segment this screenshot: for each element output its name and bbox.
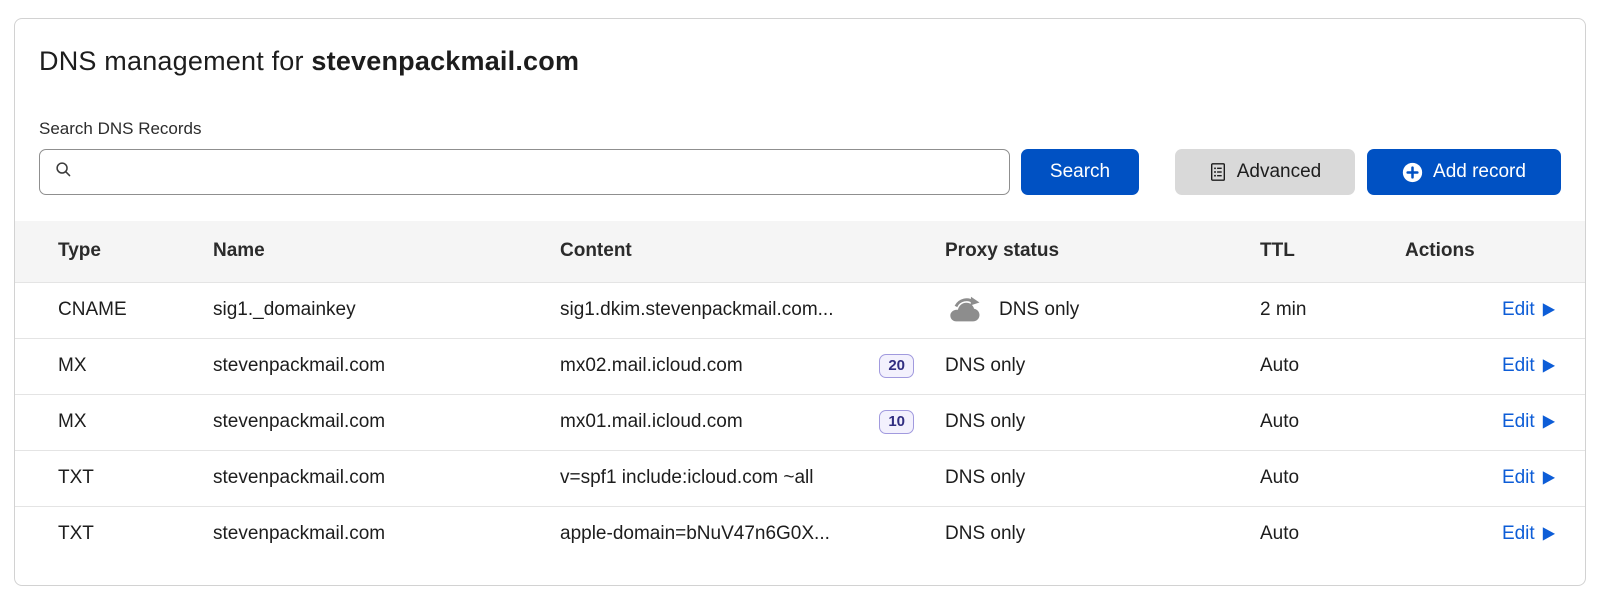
record-name: stevenpackmail.com xyxy=(213,394,560,450)
search-box[interactable] xyxy=(39,149,1010,195)
table-row: TXT stevenpackmail.com apple-domain=bNuV… xyxy=(15,506,1585,562)
caret-right-icon: ▶ xyxy=(1543,357,1555,375)
actions-cell: Edit ▶ xyxy=(1390,394,1585,450)
advanced-button[interactable]: Advanced xyxy=(1175,149,1355,195)
record-type: MX xyxy=(15,394,213,450)
record-ttl: Auto xyxy=(1245,338,1390,394)
table-row: MX stevenpackmail.com mx02.mail.icloud.c… xyxy=(15,338,1585,394)
edit-link[interactable]: Edit ▶ xyxy=(1502,523,1555,545)
record-content-cell: apple-domain=bNuV47n6G0X... xyxy=(560,506,930,562)
record-content-cell: mx02.mail.icloud.com 20 xyxy=(560,338,930,394)
record-ttl: 2 min xyxy=(1245,282,1390,338)
edit-link[interactable]: Edit ▶ xyxy=(1502,411,1555,433)
edit-link[interactable]: Edit ▶ xyxy=(1502,467,1555,489)
record-ttl: Auto xyxy=(1245,450,1390,506)
table-row: CNAME sig1._domainkey sig1.dkim.stevenpa… xyxy=(15,282,1585,338)
actions-cell: Edit ▶ xyxy=(1390,282,1585,338)
column-header-ttl: TTL xyxy=(1245,221,1390,282)
search-icon xyxy=(54,160,73,184)
edit-link[interactable]: Edit ▶ xyxy=(1502,299,1555,321)
search-button[interactable]: Search xyxy=(1021,149,1139,195)
record-content-cell: v=spf1 include:icloud.com ~all xyxy=(560,450,930,506)
record-name: sig1._domainkey xyxy=(213,282,560,338)
record-type: MX xyxy=(15,338,213,394)
caret-right-icon: ▶ xyxy=(1543,301,1555,319)
edit-label: Edit xyxy=(1502,467,1535,489)
caret-right-icon: ▶ xyxy=(1543,469,1555,487)
actions-cell: Edit ▶ xyxy=(1390,506,1585,562)
toolbar: Search Advanced xyxy=(39,149,1561,195)
table-row: TXT stevenpackmail.com v=spf1 include:ic… xyxy=(15,450,1585,506)
record-name: stevenpackmail.com xyxy=(213,450,560,506)
caret-right-icon: ▶ xyxy=(1543,525,1555,543)
record-content: v=spf1 include:icloud.com ~all xyxy=(560,467,813,489)
add-record-label: Add record xyxy=(1433,161,1526,183)
search-label: Search DNS Records xyxy=(39,119,1561,139)
record-ttl: Auto xyxy=(1245,506,1390,562)
advanced-button-label: Advanced xyxy=(1237,161,1322,183)
mx-priority-badge: 10 xyxy=(879,410,914,435)
edit-label: Edit xyxy=(1502,411,1535,433)
record-type: TXT xyxy=(15,506,213,562)
record-content: mx01.mail.icloud.com xyxy=(560,411,743,433)
page-title: DNS management for stevenpackmail.com xyxy=(39,46,1561,77)
edit-link[interactable]: Edit ▶ xyxy=(1502,355,1555,377)
edit-label: Edit xyxy=(1502,355,1535,377)
dns-only-cloud-icon xyxy=(945,296,985,325)
record-name: stevenpackmail.com xyxy=(213,338,560,394)
column-header-name: Name xyxy=(213,221,560,282)
record-ttl: Auto xyxy=(1245,394,1390,450)
record-type: TXT xyxy=(15,450,213,506)
record-name: stevenpackmail.com xyxy=(213,506,560,562)
actions-cell: Edit ▶ xyxy=(1390,450,1585,506)
page-title-prefix: DNS management for xyxy=(39,46,311,76)
column-header-actions: Actions xyxy=(1390,221,1585,282)
proxy-status-label: DNS only xyxy=(999,299,1079,321)
edit-label: Edit xyxy=(1502,299,1535,321)
proxy-status-cell: DNS only xyxy=(930,450,1245,506)
proxy-status-label: DNS only xyxy=(945,411,1025,433)
record-type: CNAME xyxy=(15,282,213,338)
record-content-cell: mx01.mail.icloud.com 10 xyxy=(560,394,930,450)
record-content-cell: sig1.dkim.stevenpackmail.com... xyxy=(560,282,930,338)
column-header-proxy-status: Proxy status xyxy=(930,221,1245,282)
table-row: MX stevenpackmail.com mx01.mail.icloud.c… xyxy=(15,394,1585,450)
mx-priority-badge: 20 xyxy=(879,354,914,379)
proxy-status-cell: DNS only xyxy=(930,394,1245,450)
record-content: mx02.mail.icloud.com xyxy=(560,355,743,377)
actions-cell: Edit ▶ xyxy=(1390,338,1585,394)
proxy-status-cell: DNS only xyxy=(930,338,1245,394)
proxy-status-cell: DNS only xyxy=(930,282,1245,338)
proxy-status-label: DNS only xyxy=(945,523,1025,545)
dns-table-body: CNAME sig1._domainkey sig1.dkim.stevenpa… xyxy=(15,282,1585,562)
search-input[interactable] xyxy=(83,162,995,183)
caret-right-icon: ▶ xyxy=(1543,413,1555,431)
record-content: sig1.dkim.stevenpackmail.com... xyxy=(560,299,834,321)
proxy-status-label: DNS only xyxy=(945,355,1025,377)
proxy-status-cell: DNS only xyxy=(930,506,1245,562)
proxy-status-label: DNS only xyxy=(945,467,1025,489)
column-header-content: Content xyxy=(560,221,930,282)
list-document-icon xyxy=(1209,162,1227,182)
record-content: apple-domain=bNuV47n6G0X... xyxy=(560,523,830,545)
table-header: Type Name Content Proxy status TTL Actio… xyxy=(15,221,1585,282)
dns-management-card: DNS management for stevenpackmail.com Se… xyxy=(14,18,1586,586)
column-header-type: Type xyxy=(15,221,213,282)
plus-circle-icon xyxy=(1402,162,1423,183)
page-title-domain: stevenpackmail.com xyxy=(311,46,579,76)
edit-label: Edit xyxy=(1502,523,1535,545)
dns-records-table: Type Name Content Proxy status TTL Actio… xyxy=(15,221,1585,562)
add-record-button[interactable]: Add record xyxy=(1367,149,1561,195)
